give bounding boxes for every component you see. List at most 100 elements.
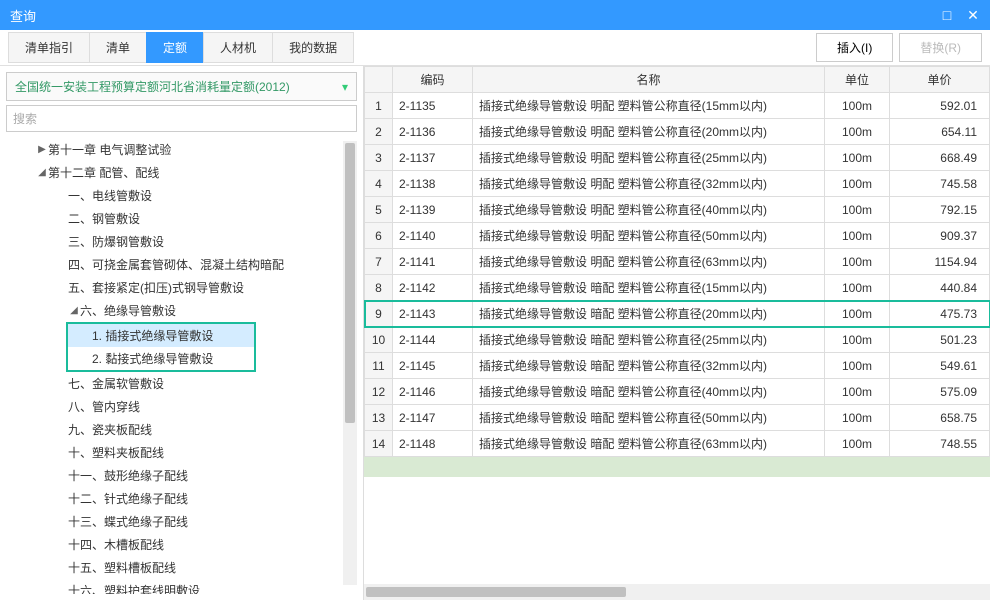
tree-item-selected[interactable]: 1. 插接式绝缘导管敷设	[68, 324, 254, 347]
cell-unit: 100m	[825, 431, 890, 457]
cell-unit: 100m	[825, 223, 890, 249]
tab-quota[interactable]: 定额	[146, 32, 203, 63]
tree-item[interactable]: 七、金属软管敷设	[6, 372, 357, 395]
tree: ▶第十一章 电气调整试验 ◢第十二章 配管、配线 一、电线管敷设 二、钢管敷设 …	[6, 138, 357, 594]
insert-button[interactable]: 插入(I)	[816, 33, 893, 62]
col-unit-header[interactable]: 单位	[825, 67, 890, 93]
cell-code: 2-1135	[393, 93, 473, 119]
row-number: 3	[365, 145, 393, 171]
cell-price: 658.75	[890, 405, 990, 431]
tree-item[interactable]: 十二、针式绝缘子配线	[6, 487, 357, 510]
cell-name: 插接式绝缘导管敷设 明配 塑料管公称直径(25mm以内)	[473, 145, 825, 171]
table-row[interactable]: 122-1146插接式绝缘导管敷设 暗配 塑料管公称直径(40mm以内)100m…	[365, 379, 990, 405]
table-row[interactable]: 112-1145插接式绝缘导管敷设 暗配 塑料管公称直径(32mm以内)100m…	[365, 353, 990, 379]
tab-group: 清单指引 清单 定额 人材机 我的数据	[8, 32, 354, 63]
table-row[interactable]: 62-1140插接式绝缘导管敷设 明配 塑料管公称直径(50mm以内)100m9…	[365, 223, 990, 249]
cell-code: 2-1139	[393, 197, 473, 223]
table-row[interactable]: 52-1139插接式绝缘导管敷设 明配 塑料管公称直径(40mm以内)100m7…	[365, 197, 990, 223]
cell-price: 654.11	[890, 119, 990, 145]
dropdown-value: 全国统一安装工程预算定额河北省消耗量定额(2012)	[15, 78, 290, 95]
cell-code: 2-1138	[393, 171, 473, 197]
cell-code: 2-1145	[393, 353, 473, 379]
chevron-down-icon: ▾	[342, 80, 348, 94]
tree-item[interactable]: 十、塑料夹板配线	[6, 441, 357, 464]
row-number: 13	[365, 405, 393, 431]
cell-price: 792.15	[890, 197, 990, 223]
expand-icon[interactable]: ▶	[36, 144, 48, 155]
row-number: 4	[365, 171, 393, 197]
col-num-header[interactable]	[365, 67, 393, 93]
cell-unit: 100m	[825, 197, 890, 223]
tree-item[interactable]: 八、管内穿线	[6, 395, 357, 418]
table-row[interactable]: 32-1137插接式绝缘导管敷设 明配 塑料管公称直径(25mm以内)100m6…	[365, 145, 990, 171]
tree-item[interactable]: 一、电线管敷设	[6, 184, 357, 207]
scrollbar-thumb[interactable]	[366, 587, 626, 597]
cell-unit: 100m	[825, 275, 890, 301]
col-price-header[interactable]: 单价	[890, 67, 990, 93]
toolbar: 清单指引 清单 定额 人材机 我的数据 插入(I) 替换(R)	[0, 30, 990, 66]
tree-item[interactable]: 五、套接紧定(扣压)式钢导管敷设	[6, 276, 357, 299]
tree-item[interactable]: 四、可挠金属套管砌体、混凝土结构暗配	[6, 253, 357, 276]
table: 编码 名称 单位 单价 12-1135插接式绝缘导管敷设 明配 塑料管公称直径(…	[364, 66, 990, 584]
tab-list-guide[interactable]: 清单指引	[8, 32, 89, 63]
cell-code: 2-1137	[393, 145, 473, 171]
cell-name: 插接式绝缘导管敷设 暗配 塑料管公称直径(63mm以内)	[473, 431, 825, 457]
tree-item[interactable]: 九、瓷夹板配线	[6, 418, 357, 441]
collapse-icon[interactable]: ◢	[68, 305, 80, 316]
cell-name: 插接式绝缘导管敷设 明配 塑料管公称直径(32mm以内)	[473, 171, 825, 197]
tree-item[interactable]: 三、防爆钢管敷设	[6, 230, 357, 253]
cell-code: 2-1144	[393, 327, 473, 353]
table-row[interactable]: 12-1135插接式绝缘导管敷设 明配 塑料管公称直径(15mm以内)100m5…	[365, 93, 990, 119]
tree-item[interactable]: 十一、鼓形绝缘子配线	[6, 464, 357, 487]
table-row[interactable]: 82-1142插接式绝缘导管敷设 暗配 塑料管公称直径(15mm以内)100m4…	[365, 275, 990, 301]
cell-unit: 100m	[825, 93, 890, 119]
horizontal-scrollbar[interactable]	[364, 584, 990, 600]
col-name-header[interactable]: 名称	[473, 67, 825, 93]
table-row[interactable]: 102-1144插接式绝缘导管敷设 暗配 塑料管公称直径(25mm以内)100m…	[365, 327, 990, 353]
quota-book-dropdown[interactable]: 全国统一安装工程预算定额河北省消耗量定额(2012) ▾	[6, 72, 357, 101]
tree-item-ch11[interactable]: ▶第十一章 电气调整试验	[6, 138, 357, 161]
table-row[interactable]: 92-1143插接式绝缘导管敷设 暗配 塑料管公称直径(20mm以内)100m4…	[365, 301, 990, 327]
tab-materials[interactable]: 人材机	[203, 32, 272, 63]
cell-code: 2-1146	[393, 379, 473, 405]
cell-unit: 100m	[825, 379, 890, 405]
row-number: 5	[365, 197, 393, 223]
tree-item[interactable]: 十五、塑料槽板配线	[6, 556, 357, 579]
maximize-icon[interactable]: □	[940, 8, 954, 22]
tree-item[interactable]: 十四、木槽板配线	[6, 533, 357, 556]
cell-code: 2-1136	[393, 119, 473, 145]
cell-unit: 100m	[825, 171, 890, 197]
tree-item[interactable]: 十三、蝶式绝缘子配线	[6, 510, 357, 533]
cell-unit: 100m	[825, 119, 890, 145]
close-icon[interactable]: ✕	[966, 8, 980, 22]
tree-scrollbar[interactable]	[343, 141, 357, 585]
scrollbar-thumb[interactable]	[345, 143, 355, 423]
tree-item[interactable]: 二、钢管敷设	[6, 207, 357, 230]
cell-code: 2-1142	[393, 275, 473, 301]
cell-name: 插接式绝缘导管敷设 暗配 塑料管公称直径(50mm以内)	[473, 405, 825, 431]
tab-mydata[interactable]: 我的数据	[272, 32, 354, 63]
tree-item-ch12[interactable]: ◢第十二章 配管、配线	[6, 161, 357, 184]
cell-code: 2-1148	[393, 431, 473, 457]
tree-item[interactable]: ◢六、绝缘导管敷设	[6, 299, 357, 322]
cell-price: 745.58	[890, 171, 990, 197]
table-row[interactable]: 42-1138插接式绝缘导管敷设 明配 塑料管公称直径(32mm以内)100m7…	[365, 171, 990, 197]
search-input[interactable]: 搜索	[6, 105, 357, 132]
collapse-icon[interactable]: ◢	[36, 167, 48, 178]
cell-price: 668.49	[890, 145, 990, 171]
tab-list[interactable]: 清单	[89, 32, 146, 63]
cell-price: 592.01	[890, 93, 990, 119]
table-row[interactable]: 72-1141插接式绝缘导管敷设 明配 塑料管公称直径(63mm以内)100m1…	[365, 249, 990, 275]
cell-code: 2-1140	[393, 223, 473, 249]
col-code-header[interactable]: 编码	[393, 67, 473, 93]
row-number: 10	[365, 327, 393, 353]
table-row[interactable]: 132-1147插接式绝缘导管敷设 暗配 塑料管公称直径(50mm以内)100m…	[365, 405, 990, 431]
cell-price: 575.09	[890, 379, 990, 405]
content-pane: 编码 名称 单位 单价 12-1135插接式绝缘导管敷设 明配 塑料管公称直径(…	[364, 66, 990, 600]
table-row[interactable]: 22-1136插接式绝缘导管敷设 明配 塑料管公称直径(20mm以内)100m6…	[365, 119, 990, 145]
tree-item[interactable]: 十六、塑料护套线明敷设	[6, 579, 357, 594]
cell-price: 549.61	[890, 353, 990, 379]
table-row[interactable]: 142-1148插接式绝缘导管敷设 暗配 塑料管公称直径(63mm以内)100m…	[365, 431, 990, 457]
row-number: 9	[365, 301, 393, 327]
tree-item[interactable]: 2. 黏接式绝缘导管敷设	[68, 347, 254, 370]
